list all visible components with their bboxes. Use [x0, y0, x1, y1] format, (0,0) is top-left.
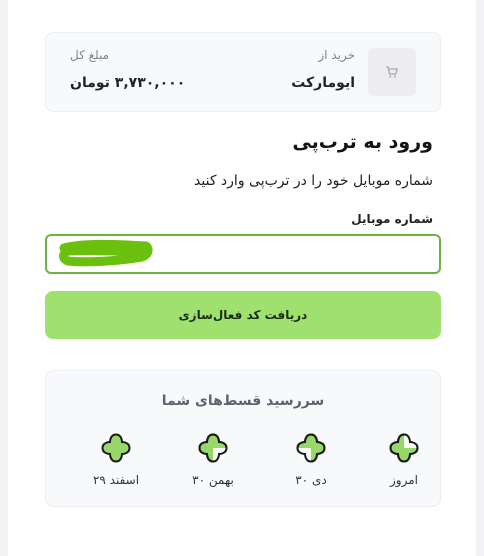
clover-progress-icon — [389, 433, 419, 463]
merchant-thumbnail — [368, 48, 416, 96]
redacted-phone-scribble — [59, 239, 153, 267]
installment-date: ۳۰ دی — [295, 473, 327, 487]
installment-item: ۳۰ دی — [276, 431, 346, 487]
installments-title: سررسید قسط‌های شما — [161, 393, 325, 409]
buy-from-label: خرید از — [318, 48, 355, 62]
get-activation-code-button[interactable]: دریافت کد فعال‌سازی — [45, 291, 441, 339]
installment-date: ۳۰ بهمن — [192, 473, 234, 487]
installment-item: ۲۹ اسفند — [81, 431, 151, 487]
cart-icon — [386, 66, 399, 78]
installment-date: ۲۹ اسفند — [92, 473, 140, 487]
installment-item: ۳۰ بهمن — [178, 431, 248, 487]
total-amount-value: ۳,۷۳۰,۰۰۰ تومان — [70, 75, 186, 91]
total-amount-label: مبلغ کل — [70, 48, 110, 62]
phone-field-label: شماره موبایل — [351, 212, 433, 226]
checkout-page: خرید از ایومارکت مبلغ کل ۳,۷۳۰,۰۰۰ تومان… — [8, 0, 476, 556]
page-title: ورود به ترب‌پی — [292, 131, 433, 153]
installment-date: امروز — [390, 473, 418, 487]
page-subtitle: شماره موبایل خود را در ترب‌پی وارد کنید — [194, 173, 433, 189]
clover-progress-icon — [198, 433, 228, 463]
installments-card: سررسید قسط‌های شما امروز ۳۰ دی — [45, 370, 441, 507]
clover-progress-icon — [296, 433, 326, 463]
merchant-summary-card: خرید از ایومارکت مبلغ کل ۳,۷۳۰,۰۰۰ تومان — [45, 32, 441, 112]
installment-item: امروز — [369, 431, 439, 487]
clover-progress-icon — [101, 433, 131, 463]
merchant-name: ایومارکت — [291, 75, 355, 91]
